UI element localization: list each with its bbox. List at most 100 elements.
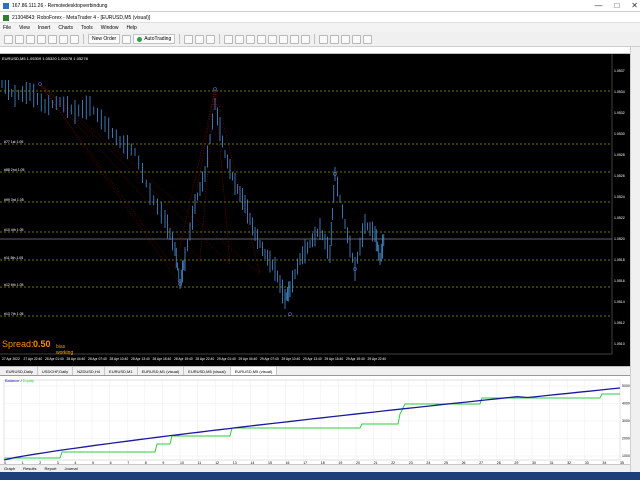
price-tick-label: 1.0524 bbox=[614, 195, 625, 199]
price-tick-label: 1.0510 bbox=[614, 342, 625, 346]
time-tick-label: 29 Apr 22:40 bbox=[368, 357, 387, 361]
level-label: #99 3rd 1.05 bbox=[4, 198, 24, 202]
candlestick-icon[interactable] bbox=[195, 34, 205, 44]
tester-tabs: Graph Results Report Journal bbox=[0, 464, 640, 472]
metaeditor-icon[interactable] bbox=[122, 34, 132, 44]
menu-insert[interactable]: Insert bbox=[38, 25, 51, 31]
menu-charts[interactable]: Charts bbox=[58, 25, 73, 31]
time-tick-label: 28 Apr 10:40 bbox=[110, 357, 129, 361]
symbol-info: EURUSD,M5 1.05309 1.05320 1.05278 1.0527… bbox=[2, 56, 88, 61]
price-tick-label: 1.0526 bbox=[614, 174, 625, 178]
tab-usdchf-daily[interactable]: USDCHF,Daily bbox=[38, 367, 74, 375]
fib-fan-line bbox=[39, 83, 181, 285]
legend-balance: Balance bbox=[5, 378, 20, 383]
tester-tab-report[interactable]: Report bbox=[44, 466, 56, 471]
tab-nzdusd-h4[interactable]: NZDUSD,H4 bbox=[73, 367, 106, 375]
price-chart[interactable]: 1.0537 1.0534 1.0532 1.0530 1.0528 1.0526 1.05… bbox=[0, 54, 630, 366]
ea-status-line2: working bbox=[56, 350, 74, 356]
metatrader-icon bbox=[3, 14, 9, 21]
tab-eurusd-m1-visual[interactable]: EURUSD,M1 (visual) bbox=[138, 367, 185, 375]
crosshair-icon[interactable] bbox=[319, 34, 329, 44]
price-tick-label: 1.0518 bbox=[614, 258, 625, 262]
level-label: #11 5th 1.05 bbox=[4, 256, 23, 260]
new-chart-icon[interactable] bbox=[4, 34, 13, 44]
spread-value: 0.50 bbox=[33, 339, 51, 349]
line-chart-icon[interactable] bbox=[206, 34, 216, 44]
tester-tab-graph[interactable]: Graph bbox=[4, 466, 15, 471]
text-tool-icon[interactable] bbox=[363, 34, 373, 44]
menu-tools[interactable]: Tools bbox=[81, 25, 93, 31]
time-tick-label: 29 Apr 13:40 bbox=[303, 357, 322, 361]
horizontal-line-icon[interactable] bbox=[341, 34, 351, 44]
strategy-tester-icon[interactable] bbox=[70, 34, 79, 44]
chart-shift-icon[interactable] bbox=[257, 34, 267, 44]
time-tick-label: 29 Apr 19:40 bbox=[346, 357, 365, 361]
price-tick-label: 1.0534 bbox=[614, 90, 625, 94]
legend-equity: Equity bbox=[22, 378, 34, 383]
autoscroll-icon[interactable] bbox=[268, 34, 278, 44]
menu-bar: File View Insert Charts Tools Window Hel… bbox=[0, 23, 640, 32]
time-tick-label: 29 Apr 01:40 bbox=[217, 357, 236, 361]
tab-eurusd-m1[interactable]: EURUSD,M1 bbox=[105, 367, 138, 375]
tab-eurusd-daily[interactable]: EURUSD,Daily bbox=[2, 367, 38, 375]
close-button[interactable]: ✕ bbox=[631, 1, 638, 10]
new-order-button[interactable]: New Order bbox=[88, 34, 121, 44]
autotrading-button[interactable]: AutoTrading bbox=[133, 34, 176, 44]
terminal-icon[interactable] bbox=[59, 34, 68, 44]
rdp-icon bbox=[3, 2, 9, 9]
time-tick-label: 28 Apr 22:40 bbox=[196, 357, 215, 361]
time-tick-label: 28 Apr 16:40 bbox=[153, 357, 172, 361]
market-watch-icon[interactable] bbox=[26, 34, 35, 44]
tester-tab-journal[interactable]: Journal bbox=[64, 466, 77, 471]
tile-windows-icon[interactable] bbox=[246, 34, 256, 44]
spread-label: Spread: bbox=[2, 339, 34, 349]
price-tick-label: 1.0514 bbox=[614, 300, 625, 304]
menu-view[interactable]: View bbox=[19, 25, 30, 31]
menu-window[interactable]: Window bbox=[101, 25, 119, 31]
time-tick-label: 28 Apr 13:40 bbox=[131, 357, 150, 361]
minimize-button[interactable]: — bbox=[594, 1, 602, 10]
trendline-icon[interactable] bbox=[352, 34, 362, 44]
price-chart-canvas: 1.0537 1.0534 1.0532 1.0530 1.0528 1.0526 1.05… bbox=[0, 54, 625, 361]
toolbar: New Order AutoTrading bbox=[0, 32, 640, 47]
fib-fan-line bbox=[39, 83, 231, 265]
tester-graph-canvas: 0 1 2 3 4 5 6 7 8 9 10 11 12 13 14 15 16 17 18 19 20 21 22 23 24… bbox=[3, 379, 630, 465]
autotrading-icon bbox=[137, 36, 143, 42]
tester-tab-results[interactable]: Results bbox=[23, 466, 36, 471]
zoom-in-icon[interactable] bbox=[224, 34, 234, 44]
level-label: #13 7th 1.05 bbox=[4, 312, 24, 316]
vertical-line-icon[interactable] bbox=[330, 34, 340, 44]
toolbar-separator bbox=[83, 34, 84, 44]
menu-file[interactable]: File bbox=[3, 25, 11, 31]
price-tick-label: 1.0537 bbox=[614, 69, 625, 73]
terminal-titlebar: 21304843: RoboForex - MetaTrader 4 - [EU… bbox=[0, 13, 640, 23]
zoom-out-icon[interactable] bbox=[235, 34, 245, 44]
time-tick-label: 29 Apr 16:40 bbox=[325, 357, 344, 361]
time-tick-label: 29 Apr 10:40 bbox=[282, 357, 301, 361]
bar-chart-icon[interactable] bbox=[184, 34, 194, 44]
y-tick-label: 4000 bbox=[622, 402, 630, 406]
vertical-scrollbar[interactable] bbox=[630, 47, 640, 472]
level-label: #12 6th 1.05 bbox=[4, 283, 24, 287]
data-window-icon[interactable] bbox=[37, 34, 46, 44]
toolbar-separator bbox=[314, 34, 316, 44]
graph-legend: Balance / Equity bbox=[5, 378, 34, 383]
time-tick-label: 29 Apr 07:40 bbox=[260, 357, 279, 361]
profiles-icon[interactable] bbox=[15, 34, 24, 44]
indicators-icon[interactable] bbox=[279, 34, 289, 44]
tab-eurusd-m5-visual-active[interactable]: EURUSD,M5 (visual) bbox=[230, 367, 278, 375]
terminal-title: 21304843: RoboForex - MetaTrader 4 - [EU… bbox=[12, 14, 151, 21]
price-tick-label: 1.0522 bbox=[614, 216, 625, 220]
time-tick-label: 27 Apr 22:40 bbox=[24, 357, 43, 361]
periods-icon[interactable] bbox=[290, 34, 300, 44]
navigator-icon[interactable] bbox=[48, 34, 57, 44]
fib-fan-line bbox=[174, 88, 216, 270]
templates-icon[interactable] bbox=[301, 34, 311, 44]
level-label: #88 2nd 1.05 bbox=[4, 168, 24, 172]
price-tick-label: 1.0512 bbox=[614, 321, 625, 325]
menu-help[interactable]: Help bbox=[127, 25, 137, 31]
fib-fan-line bbox=[39, 83, 261, 275]
tab-eurusd-m5-visual[interactable]: EURUSD,M5 (visual) bbox=[184, 367, 231, 375]
maximize-button[interactable]: □ bbox=[614, 1, 619, 10]
level-label: #77 1st 1.05 bbox=[4, 140, 23, 144]
